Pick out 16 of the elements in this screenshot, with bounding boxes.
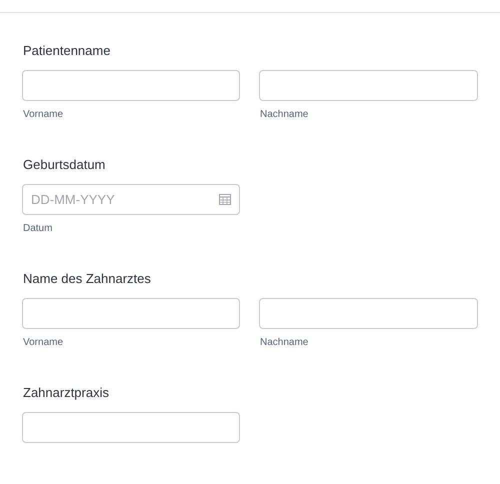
date-field[interactable]: DD-MM-YYYY: [22, 184, 240, 215]
field-sublabel: Nachname: [259, 336, 310, 350]
calendar-icon[interactable]: [219, 194, 231, 205]
field-sublabel: Nachname: [259, 108, 310, 122]
field-sublabel: Vorname: [22, 108, 64, 122]
field-label: Zahnarztpraxis: [22, 384, 110, 402]
field-label: Name des Zahnarztes: [22, 270, 152, 288]
text-field[interactable]: [22, 70, 240, 101]
text-field[interactable]: [22, 298, 240, 329]
field-label: Patientenname: [22, 42, 112, 60]
text-field[interactable]: [259, 70, 478, 101]
text-field[interactable]: [22, 412, 240, 443]
text-field[interactable]: [259, 298, 478, 329]
field-sublabel: Vorname: [22, 336, 64, 350]
field-sublabel: Datum: [22, 222, 54, 236]
field-label: Geburtsdatum: [22, 156, 106, 174]
